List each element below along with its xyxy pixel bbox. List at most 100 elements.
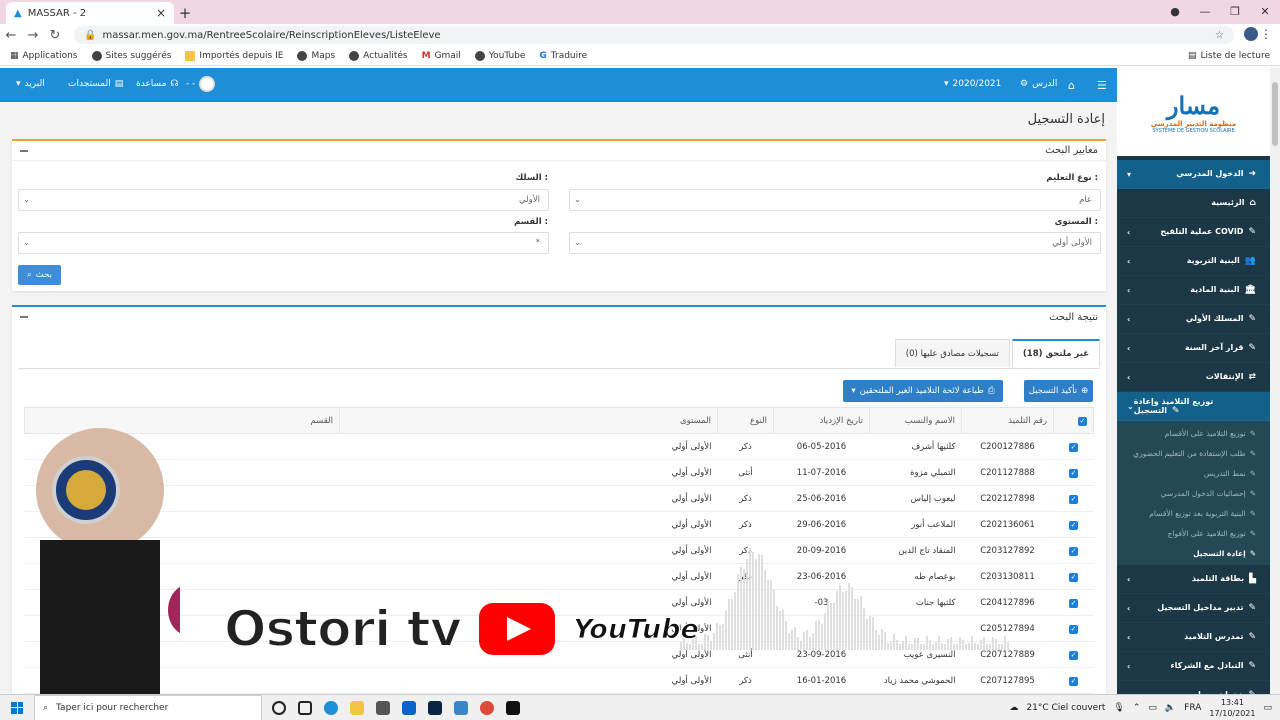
table-row[interactable]: ✓ C207127895 الحموشي محمد زياد 16-01-2016 ذك… [24, 667, 1094, 694]
bookmark-news[interactable]: Actualités [349, 50, 408, 61]
chrome-icon[interactable] [480, 700, 494, 715]
news-menu[interactable]: المستجدات ▤ [68, 79, 123, 89]
mail-icon[interactable] [402, 700, 416, 715]
sidebar-subitem-2[interactable]: نمط التدريس ✎ [1117, 463, 1270, 483]
bookmark-youtube[interactable]: YouTube [474, 50, 525, 61]
table-row[interactable]: ✓ C203130811 بوعصام طه 23-06-2016 ذكر الأولى … [24, 563, 1094, 590]
scrollbar-thumb[interactable] [1272, 82, 1278, 146]
row-select-cell[interactable]: ✓ [1053, 485, 1094, 512]
table-row[interactable]: ✓ C200127886 كلثيها أشرف 06-05-2016 ذكر الأول… [24, 433, 1094, 460]
sidebar-subitem-0[interactable]: توزيع التلاميذ على الأقسام ✎ [1117, 423, 1270, 443]
table-row[interactable]: ✓ C207127889 النسيرى عويب 23-09-2016 أنثى الأ… [24, 641, 1094, 668]
terminal-icon[interactable] [506, 700, 520, 715]
back-icon[interactable]: ← [0, 28, 22, 43]
menu-icon[interactable]: ⋮ [1260, 27, 1272, 41]
tab-confirmed[interactable]: تسجيلات مصادق عليها (0) [894, 339, 1010, 367]
microphone-icon[interactable]: 🎙 [1113, 703, 1124, 713]
confirm-registration-button[interactable]: تأكيد التسجيل ⊕ [1024, 380, 1093, 402]
sidebar-item-0[interactable]: الرئيسية ⌂ [1117, 189, 1270, 218]
profile-icon[interactable]: ● [1160, 0, 1190, 22]
taskbar-search[interactable]: ⌕ Taper ici pour rechercher [34, 694, 262, 720]
row-checkbox[interactable]: ✓ [1069, 572, 1078, 582]
account-avatar[interactable] [1244, 27, 1258, 41]
sidebar-item-3[interactable]: ‹ التبادل مع الشركاء ✎ [1117, 652, 1270, 681]
weather-text[interactable]: 21°C Ciel couvert [1026, 703, 1105, 713]
sidebar-item-1[interactable]: ‹ تدبير مداخيل التسجيل ✎ [1117, 594, 1270, 623]
bookmark-ie[interactable]: Importés depuis IE [185, 50, 283, 61]
select-type[interactable]: ⌄ عام [569, 189, 1101, 211]
sidebar-item-1[interactable]: ‹ عملية التلقيح COVID ✎ [1117, 218, 1270, 247]
sidebar-item-5[interactable]: ‹ قرار آخر السنة ✎ [1117, 334, 1270, 363]
header-name[interactable]: الاسم والنسب [869, 407, 962, 434]
header-birth-date[interactable]: تاريخ الإزدياد [773, 407, 870, 434]
search-button[interactable]: ⌕ بحث [18, 265, 61, 285]
home-icon[interactable]: ⌂ [1068, 79, 1075, 92]
select-cycle[interactable]: ⌄ الأولي [18, 189, 549, 211]
forward-icon[interactable]: → [22, 28, 44, 43]
sidebar-item-4[interactable]: ‹ المسلك الأولي ✎ [1117, 305, 1270, 334]
table-row[interactable]: ✓ C201127888 التميلي مزوة 11-07-2016 أنثى الأ… [24, 459, 1094, 486]
row-checkbox[interactable]: ✓ [1069, 468, 1078, 478]
table-row[interactable]: ✓ C202136061 الملاعب أنور 29-06-2016 ذكر الأو… [24, 511, 1094, 538]
url-field[interactable]: 🔒 massar.men.gov.ma/RentreeScolaire/Rein… [74, 26, 1234, 44]
year-selector[interactable]: ▾ 2020/2021 [944, 79, 1001, 89]
header-select-all[interactable]: ✓ [1053, 407, 1094, 434]
bookmark-sites[interactable]: Sites suggérés [91, 50, 171, 61]
bookmark-maps[interactable]: Maps [297, 50, 335, 61]
table-row[interactable]: ✓ C204127896 كلثيها جنات 03- الأولى أولي [24, 589, 1094, 616]
notifications-icon[interactable]: ▭ [1263, 703, 1272, 713]
language-indicator[interactable]: FRA [1184, 703, 1201, 713]
row-checkbox[interactable]: ✓ [1069, 442, 1078, 452]
row-select-cell[interactable]: ✓ [1053, 537, 1094, 564]
row-checkbox[interactable]: ✓ [1069, 546, 1078, 556]
table-row[interactable]: ✓ C205127894 الأولى أولي [24, 615, 1094, 642]
bookmark-apps[interactable]: ▦ Applications [10, 51, 78, 61]
sidebar-item-2[interactable]: ‹ تمدرس التلاميذ ✎ [1117, 623, 1270, 652]
row-select-cell[interactable]: ✓ [1053, 667, 1094, 694]
row-checkbox[interactable]: ✓ [1069, 624, 1078, 634]
sidebar-subitem-3[interactable]: إحصائيات الدخول المدرسي ✎ [1117, 483, 1270, 503]
header-gender[interactable]: النوع [717, 407, 774, 434]
sidebar-subitem-5[interactable]: توزيع التلاميذ على الأفواج ✎ [1117, 523, 1270, 543]
table-row[interactable]: ✓ C202127898 ليعوب إلياس 25-06-2016 ذكر الأول… [24, 485, 1094, 512]
user-menu[interactable]: - - [186, 76, 216, 92]
close-window-icon[interactable]: ✕ [1250, 0, 1280, 22]
header-student-id[interactable]: رقم التلميذ [961, 407, 1054, 434]
tab-unassigned[interactable]: غير ملتحق (18) [1011, 339, 1100, 367]
minimize-icon[interactable]: — [1190, 0, 1220, 22]
row-select-cell[interactable]: ✓ [1053, 615, 1094, 642]
row-checkbox[interactable]: ✓ [1069, 598, 1078, 608]
hamburger-icon[interactable]: ☰ [1097, 79, 1107, 92]
restore-icon[interactable]: ❐ [1220, 0, 1250, 22]
file-explorer-icon[interactable] [350, 700, 364, 715]
sidebar-item-7[interactable]: ⌄ توزيع التلاميذ وإعادة التسجيل ✎ [1117, 392, 1270, 421]
select-class[interactable]: ⌄ * [18, 232, 549, 254]
edge-icon[interactable] [324, 700, 338, 715]
new-tab-button[interactable]: + [174, 2, 196, 24]
close-tab-icon[interactable]: × [156, 6, 166, 20]
row-select-cell[interactable]: ✓ [1053, 433, 1094, 460]
header-class[interactable]: القسم [24, 407, 340, 434]
sidebar-item-2[interactable]: ‹ البنية التربوية 👥 [1117, 247, 1270, 276]
photoshop-icon[interactable] [428, 700, 442, 715]
reading-list[interactable]: ▤ Liste de lecture [1188, 51, 1270, 61]
bookmark-translate[interactable]: G Traduire [539, 51, 587, 61]
row-select-cell[interactable]: ✓ [1053, 641, 1094, 668]
lessons-menu[interactable]: ⚙ الدرس [1020, 79, 1057, 89]
task-view-icon[interactable] [272, 700, 286, 715]
collapse-icon[interactable] [20, 149, 28, 152]
row-select-cell[interactable]: ✓ [1053, 511, 1094, 538]
row-checkbox[interactable]: ✓ [1069, 494, 1078, 504]
sidebar-subitem-4[interactable]: البنية التربوية بعد توزيع الأقسام ✎ [1117, 503, 1270, 523]
sidebar-subitem-6[interactable]: إعادة التسجيل ✎ [1117, 543, 1270, 563]
select-level[interactable]: ⌄ الأولى أولي [569, 232, 1101, 254]
store-icon[interactable] [376, 700, 390, 715]
row-select-cell[interactable]: ✓ [1053, 589, 1094, 616]
volume-icon[interactable]: 🔈 [1165, 703, 1176, 713]
sidebar-subitem-1[interactable]: طلب الإستفادة من التعليم الحضوري ✎ [1117, 443, 1270, 463]
row-checkbox[interactable]: ✓ [1069, 676, 1078, 686]
sidebar-head-school-entry[interactable]: ▾ الدخول المدرسي ➜ [1117, 160, 1270, 189]
header-level[interactable]: المستوى [339, 407, 718, 434]
collapse-icon[interactable] [20, 316, 28, 318]
widgets-icon[interactable] [298, 700, 312, 715]
